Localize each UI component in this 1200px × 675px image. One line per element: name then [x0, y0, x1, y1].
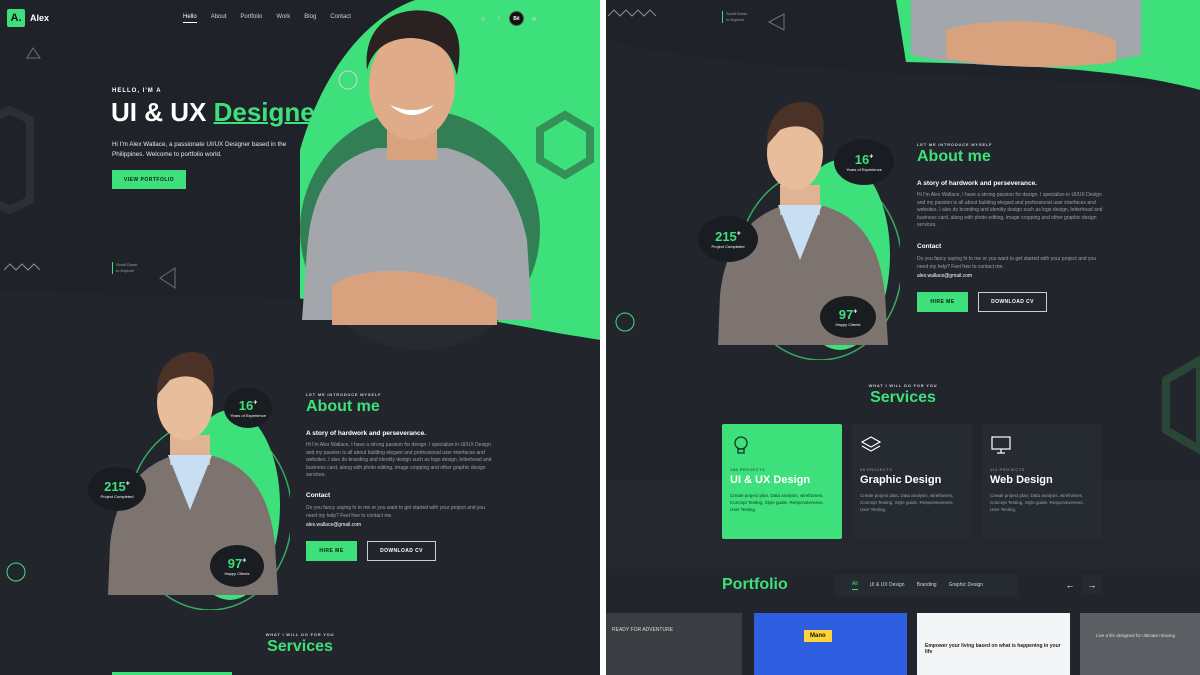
service-ui-ux-count: 166 PROJECTS — [730, 467, 766, 472]
stat-years-right-label: Years of Experience — [846, 167, 882, 172]
stat-years: 16+ Years of Experience — [224, 388, 272, 428]
nav-link-about[interactable]: About — [211, 14, 227, 23]
portfolio-thumb-1[interactable]: READY FOR ADVENTURE — [606, 613, 742, 675]
portfolio-filters: All UI & UX Design Branding Graphic Desi… — [834, 574, 1018, 596]
left-panel: A. Alex Hello About Portfolio Work Blog … — [0, 0, 600, 675]
portfolio-thumb-2-text: Mano — [804, 630, 832, 642]
stat-projects-right-label: Project Completed — [711, 244, 745, 249]
download-cv-button[interactable]: DOWNLOAD CV — [367, 541, 436, 561]
filter-graphic[interactable]: Graphic Design — [949, 582, 983, 588]
contact-text: Do you fancy saying hi to me or you want… — [306, 505, 485, 519]
about-body: Hi I'm Alex Wallace, I have a strong pas… — [306, 442, 492, 478]
lets-talk-button[interactable]: LET'S TALK — [540, 9, 596, 26]
contact-heading-right: Contact — [917, 243, 942, 250]
service-web-count: 112 PROJECTS — [990, 467, 1025, 472]
stat-years-suffix: + — [253, 399, 258, 407]
portfolio-thumb-2[interactable]: Mano — [754, 613, 907, 675]
stat-clients-value: 97 — [227, 556, 243, 571]
filter-branding[interactable]: Branding — [917, 582, 937, 588]
service-ui-ux-title: UI & UX Design — [730, 474, 811, 486]
stat-clients-right-value: 97 — [838, 307, 854, 322]
nav-link-work[interactable]: Work — [276, 14, 290, 23]
stat-clients-right: 97+ Happy Clients — [820, 296, 876, 338]
stat-clients-suffix: + — [242, 557, 247, 565]
stat-clients-right-suffix: + — [853, 308, 858, 316]
hire-me-button[interactable]: HIRE ME — [306, 541, 357, 561]
stat-years-label: Years of Experience — [230, 413, 266, 418]
hero-greeting: HELLO, I'M A — [112, 88, 162, 94]
contact-heading: Contact — [306, 492, 331, 499]
service-card-web[interactable]: 112 PROJECTS Web Design Create project p… — [982, 424, 1102, 539]
services-title: Services — [267, 638, 333, 655]
stat-projects-suffix: + — [125, 480, 130, 488]
view-portfolio-button[interactable]: VIEW PORTFOLIO — [112, 170, 186, 189]
logo-name: Alex — [30, 13, 50, 23]
service-card-graphic[interactable]: 56 PROJECTS Graphic Design Create projec… — [852, 424, 972, 539]
contact-email-right[interactable]: alex.wallace@gmail.com — [917, 273, 972, 279]
about-overline: LET ME INTRODUCE MYSELF — [306, 392, 382, 397]
service-graphic-count: 56 PROJECTS — [860, 467, 893, 472]
stat-projects-right-value: 215 — [715, 229, 737, 244]
service-ui-ux-desc: Create project plan, Data analysis, wire… — [730, 493, 824, 513]
scroll-down-hint[interactable]: Scroll Down to Explore — [112, 262, 137, 274]
portfolio-thumb-3[interactable]: Empower your living based on what is hap… — [917, 613, 1070, 675]
stat-projects-label: Project Completed — [100, 494, 134, 499]
about-title-right: About me — [917, 148, 991, 165]
scroll-down-right-line2: to Explore — [726, 17, 745, 22]
service-graphic-desc: Create project plan, Data analysis, wire… — [860, 493, 954, 513]
stat-projects: 215+ Project Completed — [88, 467, 146, 511]
nav-link-portfolio[interactable]: Portfolio — [240, 14, 262, 23]
about-title: About me — [306, 398, 380, 415]
lightbulb-icon — [734, 436, 748, 454]
stat-clients-label: Happy Clients — [224, 571, 250, 576]
stat-projects-value: 215 — [104, 479, 126, 494]
layers-icon — [860, 436, 882, 452]
about-subtitle: A story of hardwork and perseverance. — [306, 430, 427, 437]
portfolio-next-button[interactable]: → — [1082, 575, 1102, 595]
hero-portrait-cropped — [911, 0, 1141, 67]
portfolio-thumb-4[interactable]: Live a life designed for ultimate relaxi… — [1080, 613, 1200, 675]
service-graphic-title: Graphic Design — [860, 474, 942, 486]
hero-description: Hi I'm Alex Wallace, a passionate UI/UX … — [112, 141, 287, 159]
nav-link-hello[interactable]: Hello — [183, 14, 197, 23]
stat-years-value: 16 — [238, 398, 254, 413]
stat-clients: 97+ Happy Clients — [210, 545, 264, 587]
stat-years-right-suffix: + — [869, 153, 874, 161]
hero-portrait — [302, 10, 532, 325]
service-web-title: Web Design — [990, 474, 1053, 486]
stat-years-right-value: 16 — [854, 152, 870, 167]
monitor-icon — [991, 436, 1011, 454]
scroll-down-line2: to Explore — [116, 268, 135, 273]
contact-email[interactable]: alex.wallace@gmail.com — [306, 522, 361, 528]
services-overline: WHAT I WILL DO FOR YOU — [265, 632, 335, 637]
download-cv-button-right[interactable]: DOWNLOAD CV — [978, 292, 1047, 312]
logo-mark: A. — [7, 9, 25, 27]
hire-me-button-right[interactable]: HIRE ME — [917, 292, 968, 312]
portfolio-prev-button[interactable]: ← — [1060, 575, 1080, 595]
stat-clients-right-label: Happy Clients — [835, 322, 861, 327]
service-card-ui-ux[interactable]: 166 PROJECTS UI & UX Design Create proje… — [722, 424, 842, 539]
services-title-right: Services — [870, 389, 936, 406]
stat-years-right: 16+ Years of Experience — [834, 139, 894, 185]
service-web-desc: Create project plan, Data analysis, wire… — [990, 493, 1084, 513]
stat-projects-right-suffix: + — [736, 230, 741, 238]
filter-ui-ux[interactable]: UI & UX Design — [870, 582, 905, 588]
filter-all[interactable]: All — [852, 581, 858, 590]
logo[interactable]: A. Alex — [7, 9, 49, 27]
contact-text-right: Do you fancy saying hi to me or you want… — [917, 256, 1096, 270]
scroll-down-hint-right[interactable]: Scroll Down to Explore — [722, 11, 747, 23]
about-subtitle-right: A story of hardwork and perseverance. — [917, 180, 1038, 187]
about-body-right: Hi I'm Alex Wallace, I have a strong pas… — [917, 192, 1103, 228]
about-overline-right: LET ME INTRODUCE MYSELF — [917, 142, 993, 147]
stat-projects-right: 215+ Project Completed — [698, 216, 758, 262]
portfolio-title: Portfolio — [722, 576, 788, 593]
services-overline-right: WHAT I WILL DO FOR YOU — [868, 383, 938, 388]
right-panel: Scroll Down to Explore 16+ Years of Expe… — [606, 0, 1200, 675]
hero-title-part1: UI & UX — [111, 97, 214, 127]
